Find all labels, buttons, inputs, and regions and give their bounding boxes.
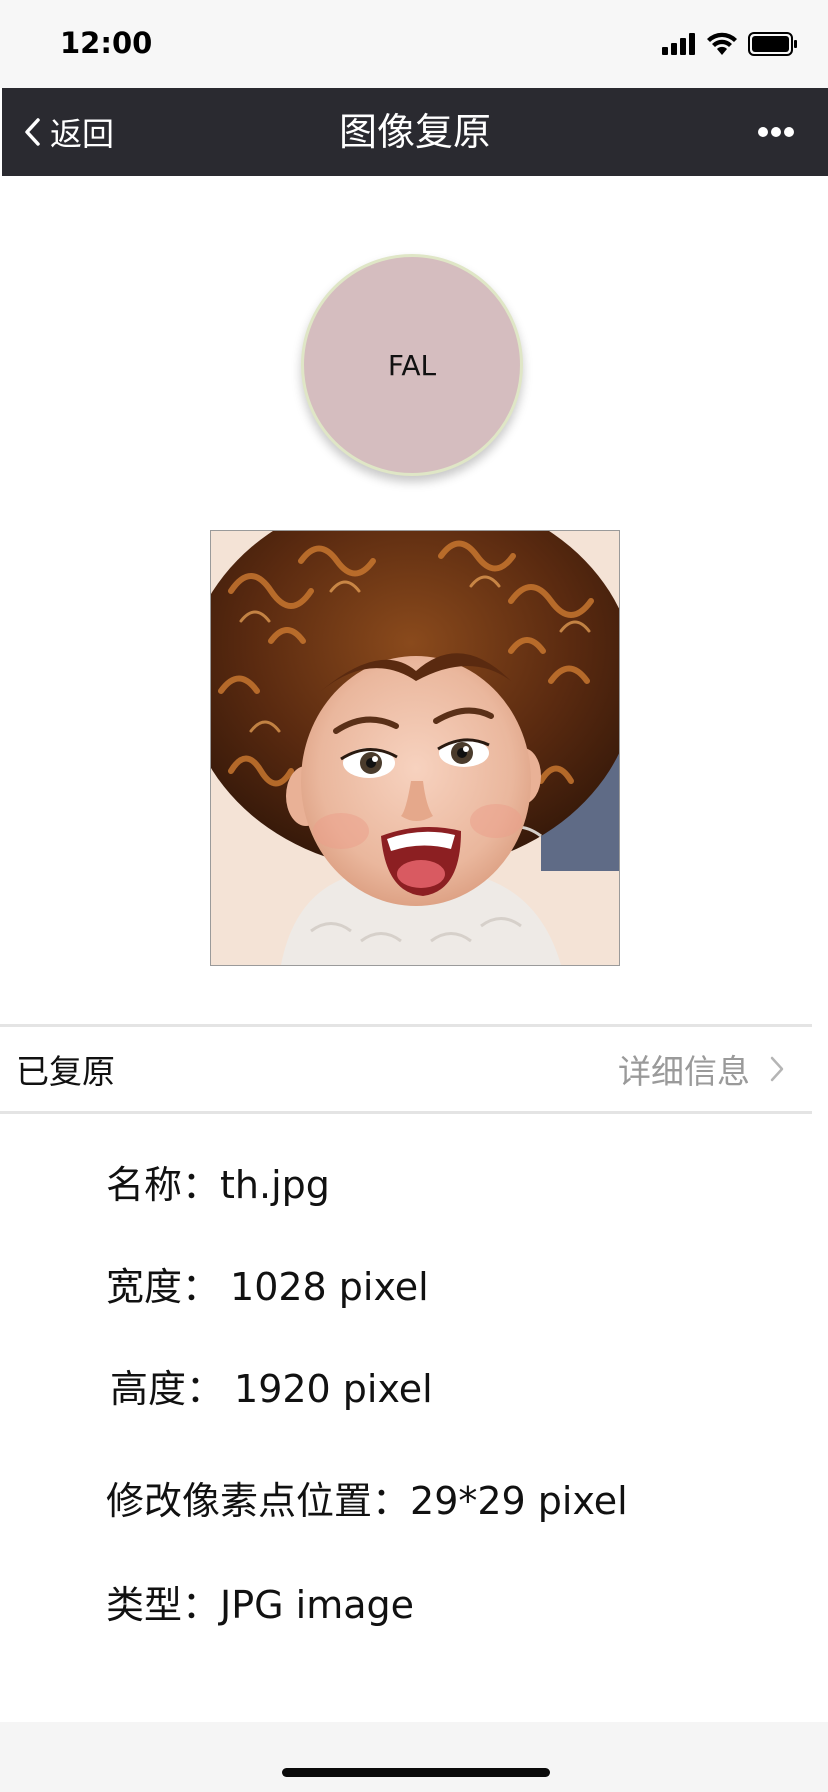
info-position-value: 29*29 pixel xyxy=(410,1479,628,1523)
page-title: 图像复原 xyxy=(338,110,491,154)
status-bar: 12:00 xyxy=(0,0,828,88)
details-link[interactable]: 详细信息 xyxy=(618,1045,784,1093)
wifi-icon xyxy=(707,32,737,55)
info-name-value: th.jpg xyxy=(220,1163,330,1207)
info-height-key: 高度： xyxy=(110,1367,225,1411)
info-name-key: 名称： xyxy=(106,1163,221,1207)
fal-badge-label: FAL xyxy=(387,348,437,382)
info-position: 修改像素点位置：29*29 pixel xyxy=(106,1470,628,1525)
more-icon xyxy=(758,127,794,137)
signal-icon xyxy=(662,33,695,55)
info-width-key: 宽度： xyxy=(106,1265,221,1309)
status-time: 12:00 xyxy=(60,26,153,60)
home-indicator[interactable] xyxy=(282,1768,550,1777)
more-button[interactable] xyxy=(752,88,800,176)
info-type-key: 类型： xyxy=(106,1583,221,1627)
status-label: 已复原 xyxy=(16,1052,115,1091)
divider-bottom xyxy=(0,1111,812,1114)
status-row: 已复原 详细信息 xyxy=(0,1027,812,1111)
info-type: 类型：JPG image xyxy=(106,1574,414,1629)
restored-photo xyxy=(210,530,620,966)
info-height: 高度： 1920 pixel xyxy=(110,1358,433,1413)
info-width-value: 1028 pixel xyxy=(230,1265,429,1309)
status-icons xyxy=(662,30,798,58)
details-label: 详细信息 xyxy=(618,1052,750,1091)
info-width: 宽度： 1028 pixel xyxy=(106,1256,429,1311)
chevron-left-icon xyxy=(25,118,40,146)
info-position-key: 修改像素点位置： xyxy=(106,1479,411,1523)
photo-image xyxy=(211,531,619,965)
battery-icon xyxy=(748,32,797,56)
home-area xyxy=(0,1722,828,1792)
info-type-value: JPG image xyxy=(220,1583,415,1627)
chevron-right-icon xyxy=(770,1056,784,1082)
back-button[interactable]: 返回 xyxy=(24,88,114,176)
info-name: 名称：th.jpg xyxy=(106,1154,330,1209)
fal-badge[interactable]: FAL xyxy=(301,254,523,476)
info-height-value: 1920 pixel xyxy=(234,1367,433,1411)
navigation-bar: 返回 图像复原 xyxy=(2,88,828,176)
back-label: 返回 xyxy=(50,115,115,153)
